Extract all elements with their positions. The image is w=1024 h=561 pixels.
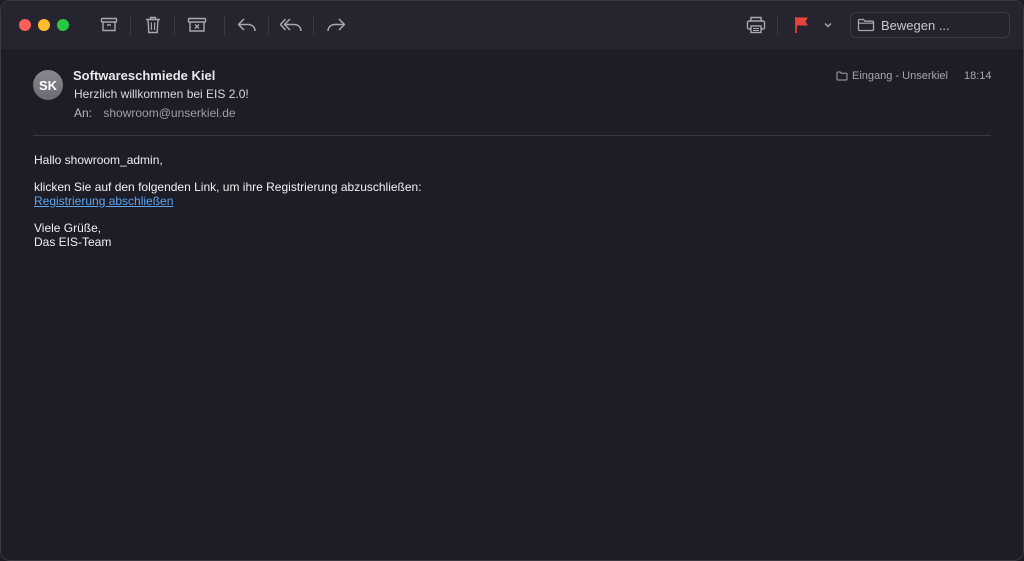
archive-icon <box>100 17 118 32</box>
reply-icon <box>237 18 256 32</box>
close-window-button[interactable] <box>19 19 31 31</box>
body-line: klicken Sie auf den folgenden Link, um i… <box>34 180 422 194</box>
forward-button[interactable] <box>324 13 348 37</box>
folder-icon <box>857 18 875 32</box>
reply-all-button[interactable] <box>279 13 303 37</box>
avatar-initials: SK <box>38 77 58 93</box>
recipient-address[interactable]: showroom@unserkiel.de <box>103 106 235 120</box>
trash-icon <box>146 16 160 34</box>
recipient-row: An: showroom@unserkiel.de <box>74 106 236 120</box>
message-subject: Herzlich willkommen bei EIS 2.0! <box>74 87 249 101</box>
chevron-down-icon <box>824 23 832 28</box>
flag-menu-button[interactable] <box>817 13 839 37</box>
flag-button[interactable] <box>790 13 814 37</box>
sender-name[interactable]: Softwareschmiede Kiel <box>73 68 215 83</box>
minimize-window-button[interactable] <box>38 19 50 31</box>
signature: Das EIS-Team <box>34 235 112 249</box>
toolbar: Bewegen ... <box>1 1 1023 49</box>
greeting: Hallo showroom_admin, <box>34 153 163 167</box>
trash-button[interactable] <box>141 13 165 37</box>
print-icon <box>746 16 766 34</box>
mailbox-indicator: Eingang - Unserkiel <box>836 70 948 82</box>
registration-link[interactable]: Registrierung abschließen <box>34 194 173 208</box>
junk-icon <box>187 17 207 32</box>
archive-button[interactable] <box>97 13 121 37</box>
mailbox-name: Eingang - Unserkiel <box>852 70 948 82</box>
to-label: An: <box>74 106 93 120</box>
forward-icon <box>327 18 346 32</box>
closing-line: Viele Grüße, <box>34 221 102 235</box>
print-button[interactable] <box>744 13 768 37</box>
message-time: 18:14 <box>964 70 992 82</box>
reply-button[interactable] <box>235 13 259 37</box>
message-body: Hallo showroom_admin, klicken Sie auf de… <box>34 153 422 249</box>
junk-button[interactable] <box>185 13 209 37</box>
header-divider <box>33 135 991 136</box>
move-to-mailbox-button[interactable]: Bewegen ... <box>850 12 1010 38</box>
move-label: Bewegen ... <box>881 17 950 33</box>
avatar: SK <box>33 70 63 100</box>
zoom-window-button[interactable] <box>57 19 69 31</box>
reply-all-icon <box>279 18 302 32</box>
flag-icon <box>795 17 808 33</box>
folder-icon <box>836 71 848 81</box>
mail-window: Bewegen ... SK Softwareschmiede Kiel Her… <box>0 0 1024 561</box>
